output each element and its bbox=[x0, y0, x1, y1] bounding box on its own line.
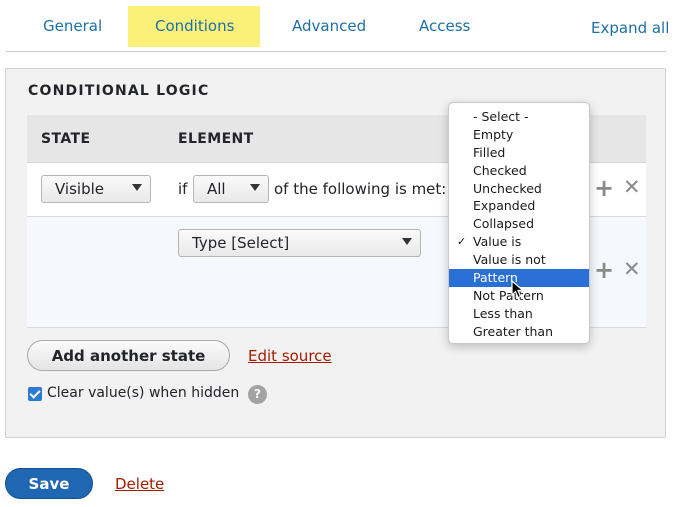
save-button[interactable]: Save bbox=[5, 468, 93, 499]
dropdown-option-label: Unchecked bbox=[473, 180, 542, 196]
mouse-cursor-icon bbox=[511, 280, 525, 299]
if-label: if bbox=[178, 180, 188, 198]
dropdown-option-label: Filled bbox=[473, 144, 506, 160]
dropdown-option-label: Less than bbox=[473, 305, 533, 321]
chevron-down-icon bbox=[132, 184, 142, 191]
dropdown-option-label: Value is not bbox=[473, 252, 546, 268]
dropdown-option[interactable]: Unchecked bbox=[449, 180, 589, 198]
element-select-value: Type [Select] bbox=[192, 234, 290, 252]
dropdown-option[interactable]: Less than bbox=[449, 305, 589, 323]
dropdown-option[interactable]: Greater than bbox=[449, 323, 589, 341]
dropdown-option[interactable]: Empty bbox=[449, 126, 589, 144]
dropdown-option-label: Value is bbox=[473, 234, 522, 250]
remove-icon[interactable]: ✕ bbox=[623, 259, 641, 280]
element-select[interactable]: Type [Select] bbox=[178, 229, 421, 257]
chevron-down-icon bbox=[250, 184, 260, 191]
condition-dropdown-menu: - Select - Empty Filled Checked Unchecked Exp… bbox=[448, 102, 590, 344]
add-icon[interactable]: + bbox=[594, 176, 614, 200]
tab-general[interactable]: General bbox=[43, 17, 102, 35]
delete-link[interactable]: Delete bbox=[115, 475, 164, 493]
dropdown-option-label: Empty bbox=[473, 126, 514, 142]
clear-values-checkbox[interactable] bbox=[28, 387, 42, 401]
logic-select-value: All bbox=[207, 180, 226, 198]
chevron-down-icon bbox=[402, 238, 412, 245]
dropdown-option[interactable]: Filled bbox=[449, 144, 589, 162]
dropdown-option-label: Greater than bbox=[473, 323, 554, 339]
tab-bar: General Conditions Advanced Access Expan… bbox=[0, 0, 683, 52]
help-icon[interactable]: ? bbox=[248, 385, 267, 404]
fieldset-legend: CONDITIONAL LOGIC bbox=[28, 83, 210, 99]
dropdown-option-label: Collapsed bbox=[473, 216, 535, 232]
dropdown-option[interactable]: Checked bbox=[449, 162, 589, 180]
tab-conditions[interactable]: Conditions bbox=[128, 6, 261, 47]
clear-values-label: Clear value(s) when hidden bbox=[47, 385, 240, 401]
remove-icon[interactable]: ✕ bbox=[623, 177, 641, 198]
tab-divider bbox=[6, 51, 666, 52]
dropdown-option-label: Expanded bbox=[473, 198, 536, 214]
dropdown-option[interactable]: Expanded bbox=[449, 197, 589, 215]
add-another-state-button[interactable]: Add another state bbox=[27, 340, 230, 371]
expand-all-link[interactable]: Expand all bbox=[591, 19, 669, 37]
state-select-value: Visible bbox=[55, 180, 104, 198]
dropdown-option-label: - Select - bbox=[473, 109, 529, 124]
dropdown-option[interactable]: Collapsed bbox=[449, 215, 589, 233]
state-select[interactable]: Visible bbox=[41, 175, 151, 203]
header-element: ELEMENT bbox=[178, 131, 254, 147]
edit-source-link[interactable]: Edit source bbox=[248, 347, 332, 365]
following-label: of the following is met: bbox=[274, 180, 447, 198]
checkmark-icon: ✓ bbox=[457, 235, 467, 249]
add-icon[interactable]: + bbox=[594, 258, 614, 282]
logic-select[interactable]: All bbox=[193, 175, 269, 203]
tab-advanced[interactable]: Advanced bbox=[292, 17, 366, 35]
dropdown-option[interactable]: ✓ Value is bbox=[449, 233, 589, 251]
header-state: STATE bbox=[41, 131, 91, 147]
dropdown-option[interactable]: - Select - bbox=[449, 108, 589, 126]
dropdown-option-label: Checked bbox=[473, 162, 527, 178]
dropdown-option-label: Not Pattern bbox=[473, 287, 544, 303]
dropdown-option[interactable]: Value is not bbox=[449, 251, 589, 269]
tab-access[interactable]: Access bbox=[419, 17, 470, 35]
